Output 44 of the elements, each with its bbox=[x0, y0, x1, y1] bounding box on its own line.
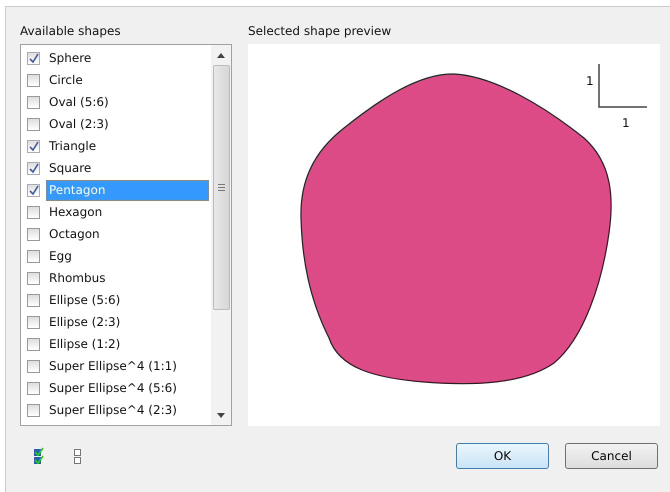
shape-list-item[interactable]: Ellipse (1:2) bbox=[46, 334, 209, 354]
shape-list-item[interactable]: Super Ellipse^4 (2:3) bbox=[46, 400, 209, 420]
shape-list-item[interactable]: Ellipse (5:6) bbox=[46, 290, 209, 310]
checkbox[interactable] bbox=[27, 404, 40, 416]
checkbox[interactable] bbox=[27, 162, 40, 174]
check-all-icon[interactable] bbox=[34, 447, 44, 465]
dialog-button[interactable]: OK bbox=[456, 443, 549, 469]
checkbox[interactable] bbox=[27, 250, 40, 262]
scale-y-label: 1 bbox=[586, 74, 594, 88]
shape-list-item[interactable]: Oval (2:3) bbox=[46, 114, 209, 134]
checkbox[interactable] bbox=[27, 228, 40, 240]
shape-list-item[interactable]: Square bbox=[46, 158, 209, 178]
checkbox[interactable] bbox=[27, 96, 40, 108]
scale-axes-icon bbox=[598, 64, 647, 108]
checkbox[interactable] bbox=[27, 360, 40, 372]
shape-list-item[interactable]: Circle bbox=[46, 70, 209, 90]
checkbox[interactable] bbox=[27, 184, 40, 196]
shape-list-item[interactable]: Egg bbox=[46, 246, 209, 266]
checkbox[interactable] bbox=[27, 140, 40, 152]
checkbox[interactable] bbox=[27, 74, 40, 86]
checkbox[interactable] bbox=[27, 294, 40, 306]
preview-label: Selected shape preview bbox=[248, 23, 392, 40]
checkbox[interactable] bbox=[27, 118, 40, 130]
checkbox[interactable] bbox=[27, 316, 40, 328]
panel-label: Available shapes bbox=[20, 23, 122, 40]
scroll-thumb[interactable] bbox=[212, 65, 230, 310]
scrollbar[interactable] bbox=[211, 45, 231, 425]
uncheck-all-icon[interactable] bbox=[74, 447, 82, 465]
shape-list-item[interactable]: Rhombus bbox=[46, 268, 209, 288]
shape-list-item[interactable]: Octagon bbox=[46, 224, 209, 244]
shape-list-item[interactable]: Oval (5:6) bbox=[46, 92, 209, 112]
checkbox[interactable] bbox=[27, 206, 40, 218]
shape-list-item[interactable]: Super Ellipse^4 (5:6) bbox=[46, 378, 209, 398]
dialog-button[interactable]: Cancel bbox=[565, 443, 658, 469]
shape-list-item[interactable]: Sphere bbox=[46, 48, 209, 68]
scale-x-label: 1 bbox=[622, 116, 630, 130]
checkbox[interactable] bbox=[27, 338, 40, 350]
shape-list-item[interactable]: Hexagon bbox=[46, 202, 209, 222]
shape-list-item[interactable]: Ellipse (2:3) bbox=[46, 312, 209, 332]
shape-list-item[interactable]: Super Ellipse^4 (1:1) bbox=[46, 356, 209, 376]
checkbox[interactable] bbox=[27, 272, 40, 284]
shape-list-item[interactable]: Triangle bbox=[46, 136, 209, 156]
checkbox[interactable] bbox=[27, 52, 40, 64]
checkbox[interactable] bbox=[27, 382, 40, 394]
